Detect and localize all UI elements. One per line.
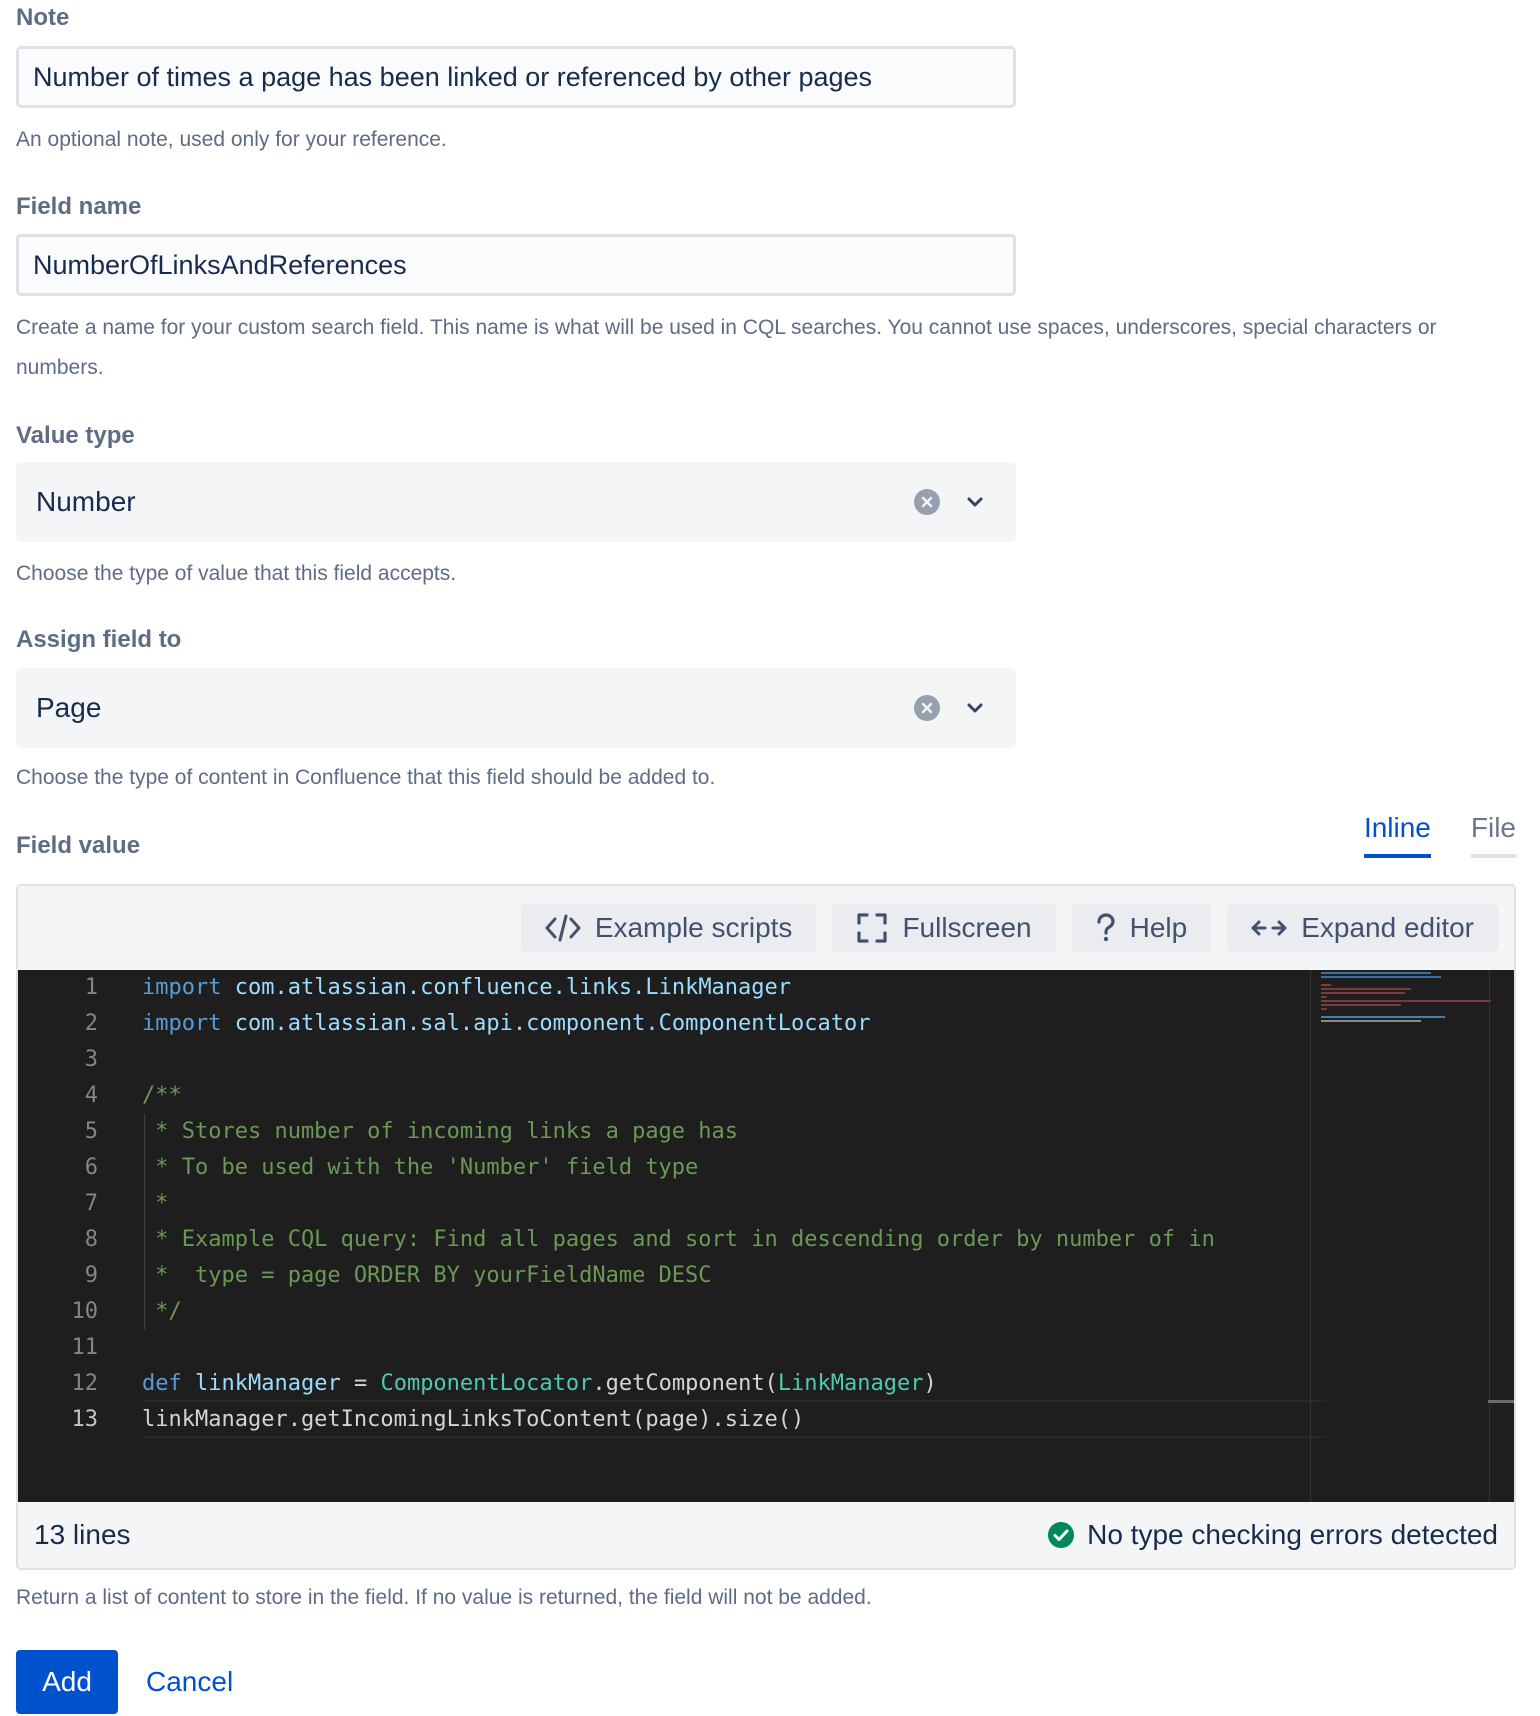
note-label: Note [16,4,70,31]
expand-editor-label: Expand editor [1301,912,1474,943]
value-type-select[interactable]: Number [16,462,1016,542]
field-value-help: Return a list of content to store in the… [16,1586,872,1609]
minimap-line [1321,972,1431,974]
field-value-tabs: Inline File [1363,812,1516,858]
field-value-label: Field value [16,832,141,859]
code-minimap[interactable] [1310,970,1501,1502]
add-button[interactable]: Add [16,1650,118,1714]
question-icon [1097,913,1115,942]
field-name-input[interactable] [16,234,1016,296]
code-line: /** [142,1083,182,1108]
tab-file[interactable]: File [1470,812,1516,858]
code-line: linkManager.getIncomingLinksToContent(pa… [142,1407,805,1432]
fullscreen-button[interactable]: Fullscreen [832,904,1056,952]
line-number: 1 [84,975,98,1000]
code-line: * To be used with the 'Number' field typ… [142,1155,699,1180]
line-number: 5 [84,1119,98,1144]
note-help: An optional note, used only for your ref… [16,128,447,151]
minimap-line [1321,976,1441,978]
field-name-help: Create a name for your custom search fie… [16,316,1437,379]
note-input[interactable] [16,46,1016,108]
code-line: import com.atlassian.sal.api.component.C… [142,1011,871,1036]
type-check-text: No type checking errors detected [1087,1519,1498,1550]
value-type-label: Value type [16,422,135,449]
fullscreen-icon [857,913,888,943]
line-number: 7 [84,1191,98,1216]
assign-field-select[interactable]: Page [16,668,1016,748]
code-line: * Stores number of incoming links a page… [142,1119,739,1144]
assign-field-selected: Page [36,692,102,723]
help-button[interactable]: Help [1071,904,1212,952]
minimap-line [1321,996,1327,998]
scrollbar-thumb[interactable] [1488,1400,1514,1403]
assign-field-label: Assign field to [16,626,182,653]
expand-horizontal-icon [1251,920,1287,936]
field-name-label: Field name [16,193,142,220]
line-number: 3 [84,1047,98,1072]
minimap-line [1321,988,1411,990]
line-number: 2 [84,1011,98,1036]
line-number: 10 [71,1299,99,1324]
chevron-down-icon[interactable] [962,695,988,721]
value-type-selected: Number [36,486,136,517]
minimap-line [1321,992,1405,994]
code-line: * [142,1191,169,1216]
minimap-line [1321,1008,1327,1010]
line-number-active: 13 [71,1407,99,1432]
code-area[interactable]: 1 2 3 4 5 6 7 8 9 10 11 12 13 import com… [18,970,1514,1502]
line-number: 6 [84,1155,98,1180]
code-content[interactable]: import com.atlassian.confluence.links.Li… [142,970,1322,1432]
check-circle-icon [1048,1522,1075,1548]
minimap-line [1321,1020,1421,1022]
code-line: * Example CQL query: Find all pages and … [142,1227,1215,1252]
assign-field-help: Choose the type of content in Confluence… [16,766,716,789]
example-scripts-button[interactable]: Example scripts [520,904,817,952]
fullscreen-label: Fullscreen [902,912,1032,943]
expand-editor-button[interactable]: Expand editor [1227,904,1498,952]
help-label: Help [1129,912,1188,943]
code-line: * type = page ORDER BY yourFieldName DES… [142,1263,712,1288]
code-line: def linkManager = ComponentLocator.getCo… [142,1371,937,1396]
line-number: 12 [71,1371,99,1396]
example-scripts-label: Example scripts [594,912,793,943]
code-line: import com.atlassian.confluence.links.Li… [142,975,792,1000]
clear-icon[interactable] [914,489,940,515]
minimap-line [1321,984,1331,986]
editor-toolbar: Example scripts Fullscreen Help Expand e… [18,886,1514,970]
code-line: */ [142,1299,182,1324]
line-count: 13 lines [34,1519,131,1550]
vertical-scrollbar[interactable] [1488,970,1514,1502]
clear-icon[interactable] [914,695,940,721]
line-number: 4 [84,1083,98,1108]
chevron-down-icon[interactable] [962,489,988,515]
code-editor: Example scripts Fullscreen Help Expand e… [16,884,1516,1570]
minimap-line [1321,1016,1445,1018]
minimap-line [1321,1004,1401,1006]
line-number: 11 [71,1335,99,1360]
type-check-status: No type checking errors detected [1047,1519,1498,1551]
minimap-line [1321,1000,1491,1002]
tab-inline[interactable]: Inline [1363,812,1431,858]
editor-status-bar: 13 lines No type checking errors detecte… [18,1502,1514,1568]
line-number: 9 [84,1263,98,1288]
value-type-help: Choose the type of value that this field… [16,562,457,585]
line-number: 8 [84,1227,98,1252]
code-icon [545,914,581,942]
cancel-button[interactable]: Cancel [146,1650,233,1714]
